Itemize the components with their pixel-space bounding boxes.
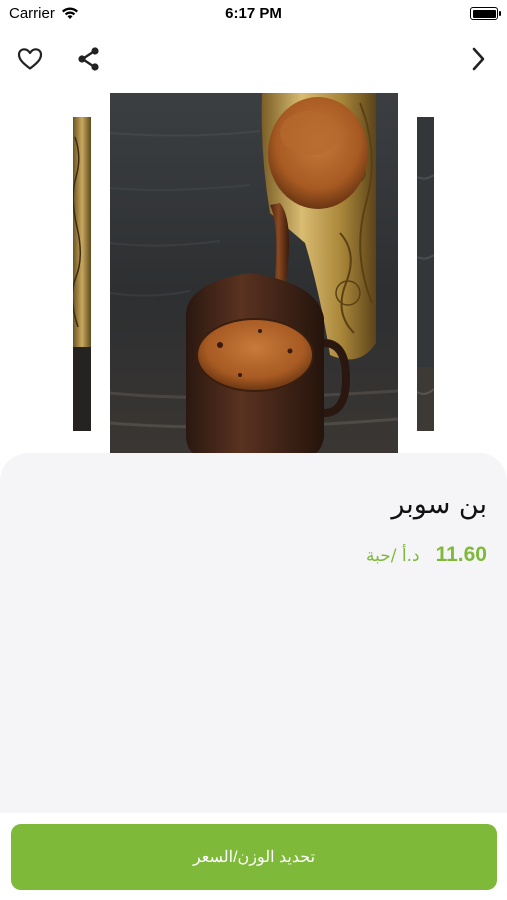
- back-button[interactable]: [463, 44, 493, 74]
- carousel-slide-next[interactable]: [417, 117, 434, 431]
- price-unit: د.أ /حبة: [366, 546, 420, 566]
- price-row: د.أ /حبة 11.60: [366, 543, 487, 567]
- carousel-slide-previous[interactable]: [73, 117, 91, 431]
- share-button[interactable]: [74, 44, 104, 74]
- favorite-button[interactable]: [15, 44, 45, 74]
- share-icon: [78, 47, 99, 71]
- product-image-carousel[interactable]: [0, 93, 507, 455]
- bottom-action-bar: تحديد الوزن/السعر: [0, 813, 507, 900]
- clock: 6:17 PM: [225, 5, 282, 22]
- heart-icon: [17, 48, 43, 70]
- price-value: 11.60: [435, 543, 487, 566]
- product-name: بن سوبر: [391, 489, 487, 520]
- battery-icon: [470, 7, 501, 20]
- chevron-right-icon: [472, 47, 485, 71]
- status-bar: Carrier 6:17 PM: [0, 0, 507, 28]
- set-weight-price-button[interactable]: تحديد الوزن/السعر: [11, 824, 497, 890]
- product-image: [110, 93, 398, 455]
